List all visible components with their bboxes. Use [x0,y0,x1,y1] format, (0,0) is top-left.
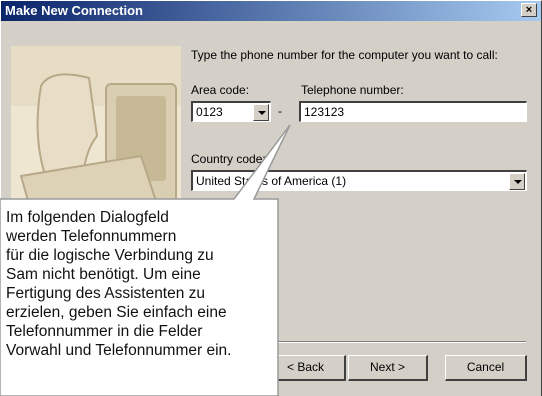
callout-line: werden Telefonnummern [6,228,177,245]
callout-line: erzielen, geben Sie einfach eine [6,304,227,321]
telephone-number-label: Telephone number: [301,83,404,97]
callout-line: Telefonnummer in die Felder [6,323,203,340]
back-button[interactable]: < Back [266,355,346,381]
country-code-label: Country code: [191,152,266,166]
area-code-combobox[interactable]: 0123 [191,101,271,122]
callout-line: Vorwahl und Telefonnummer ein. [6,342,232,359]
area-code-value: 0123 [196,105,223,119]
callout-line: Fertigung des Assistenten zu [6,285,206,302]
cancel-button[interactable]: Cancel [445,355,527,381]
telephone-number-field[interactable]: 123123 [299,101,527,122]
next-button[interactable]: Next > [348,355,428,381]
title-bar: Make New Connection × [1,1,541,21]
callout-line: Sam nicht benötigt. Um eine [6,266,201,283]
area-code-separator: - [278,104,282,118]
country-code-dropdown-button[interactable] [509,173,525,190]
country-code-combobox[interactable]: United States of America (1) [191,170,527,191]
callout-line: für die logische Verbindung zu [6,247,214,264]
area-code-label: Area code: [191,83,250,97]
country-code-value: United States of America (1) [196,174,347,188]
area-code-dropdown-button[interactable] [253,104,269,121]
window-title: Make New Connection [5,3,143,18]
close-button[interactable]: × [521,3,537,17]
instruction-text: Type the phone number for the computer y… [191,48,498,62]
callout-line: Im folgenden Dialogfeld [6,209,169,226]
callout-text: Im folgenden Dialogfeld werden Telefonnu… [6,208,278,360]
